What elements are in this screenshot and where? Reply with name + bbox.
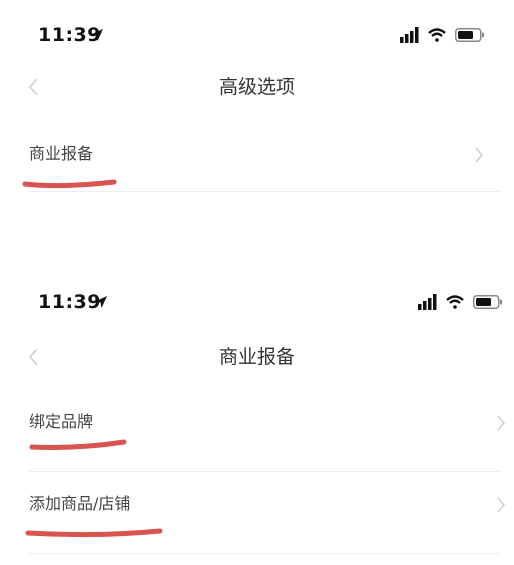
location-arrow-icon (91, 29, 103, 41)
page-title: 高级选项 (218, 76, 295, 98)
status-indicators (400, 26, 485, 44)
signal-icon (400, 27, 419, 43)
wifi-icon (446, 295, 464, 309)
chevron-right-icon (497, 497, 505, 513)
list-item-add-product-store[interactable]: 添加商品/店铺 (0, 472, 514, 554)
divider (29, 191, 500, 192)
chevron-right-icon (475, 147, 483, 163)
screen-business-filing: 11:39 商业报备 绑定品牌 添加商品/店铺 (0, 270, 514, 565)
list-item-bind-brand[interactable]: 绑定品牌 (0, 390, 514, 472)
list-item-label: 添加商品/店铺 (29, 494, 131, 513)
annotation-underline (22, 179, 117, 189)
annotation-underline (29, 439, 127, 450)
location-arrow-icon (95, 296, 107, 308)
status-bar: 11:39 (0, 287, 514, 317)
annotation-underline (25, 528, 163, 538)
wifi-icon (428, 28, 446, 42)
status-time: 11:39 (38, 291, 101, 313)
signal-icon (418, 294, 437, 310)
divider (29, 553, 500, 554)
status-indicators (418, 293, 503, 311)
list-item-label: 绑定品牌 (29, 412, 94, 431)
chevron-right-icon (497, 415, 505, 431)
battery-icon (455, 28, 484, 42)
navigation-bar: 商业报备 (0, 335, 514, 379)
list-item-label: 商业报备 (29, 144, 94, 163)
screen-advanced-options: 11:39 高级选项 商业报备 (0, 0, 514, 270)
battery-icon (473, 295, 502, 309)
navigation-bar: 高级选项 (0, 65, 514, 109)
status-bar: 11:39 (0, 20, 514, 50)
page-title: 商业报备 (218, 346, 295, 368)
